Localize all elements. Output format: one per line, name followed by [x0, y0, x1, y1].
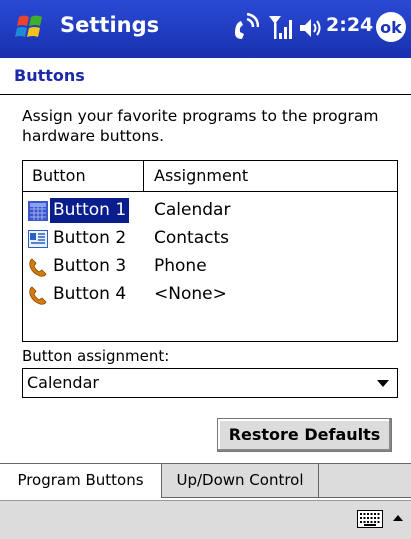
button-name: Button 2 — [53, 228, 127, 248]
windows-start-icon[interactable] — [14, 11, 48, 45]
assignment-value: Calendar — [154, 200, 231, 220]
selected-program: Calendar — [27, 373, 99, 392]
list-item[interactable]: Button 3 Phone — [23, 253, 397, 281]
instructions-text: Assign your favorite programs to the pro… — [22, 107, 379, 145]
calendar-icon — [28, 201, 48, 221]
button-assignment-label: Button assignment: — [22, 347, 170, 365]
title-bar: Settings 2:24 ok — [0, 0, 411, 58]
tab-strip-filler — [319, 464, 411, 498]
app-title: Settings — [60, 13, 160, 37]
page-title: Buttons — [14, 66, 85, 85]
heading-divider — [0, 94, 411, 95]
clock[interactable]: 2:24 — [326, 14, 373, 36]
button-assignment-list[interactable]: Button Assignment Button 1 Calendar Butt… — [22, 160, 398, 342]
antenna-icon[interactable] — [267, 13, 293, 43]
chevron-down-icon[interactable] — [377, 380, 389, 387]
tab-program-buttons[interactable]: Program Buttons — [0, 464, 162, 498]
list-header: Button Assignment — [23, 161, 397, 191]
column-header-assignment[interactable]: Assignment — [145, 161, 397, 191]
phone-handset-icon — [29, 286, 47, 305]
button-name: Button 3 — [53, 256, 127, 276]
assignment-value: <None> — [154, 284, 227, 304]
list-item[interactable]: Button 4 <None> — [23, 281, 397, 309]
tab-up-down-control[interactable]: Up/Down Control — [162, 464, 319, 498]
phone-signal-icon[interactable] — [231, 13, 259, 43]
speaker-icon[interactable] — [298, 16, 322, 40]
restore-defaults-button[interactable]: Restore Defaults — [217, 418, 392, 452]
phone-handset-icon — [29, 258, 47, 277]
ok-button[interactable]: ok — [376, 12, 406, 42]
button-name: Button 1 — [50, 198, 130, 223]
keyboard-icon[interactable] — [357, 509, 383, 529]
contacts-card-icon — [28, 230, 48, 248]
list-item[interactable]: Button 2 Contacts — [23, 225, 397, 253]
column-header-button[interactable]: Button — [23, 161, 144, 191]
input-panel-arrow-icon[interactable] — [391, 509, 405, 529]
button-assignment-select[interactable]: Calendar — [22, 368, 398, 398]
assignment-value: Phone — [154, 256, 207, 276]
assignment-value: Contacts — [154, 228, 229, 248]
button-name: Button 4 — [53, 284, 127, 304]
header-divider — [23, 191, 397, 192]
menu-bar — [0, 500, 411, 539]
list-item[interactable]: Button 1 Calendar — [23, 197, 397, 225]
